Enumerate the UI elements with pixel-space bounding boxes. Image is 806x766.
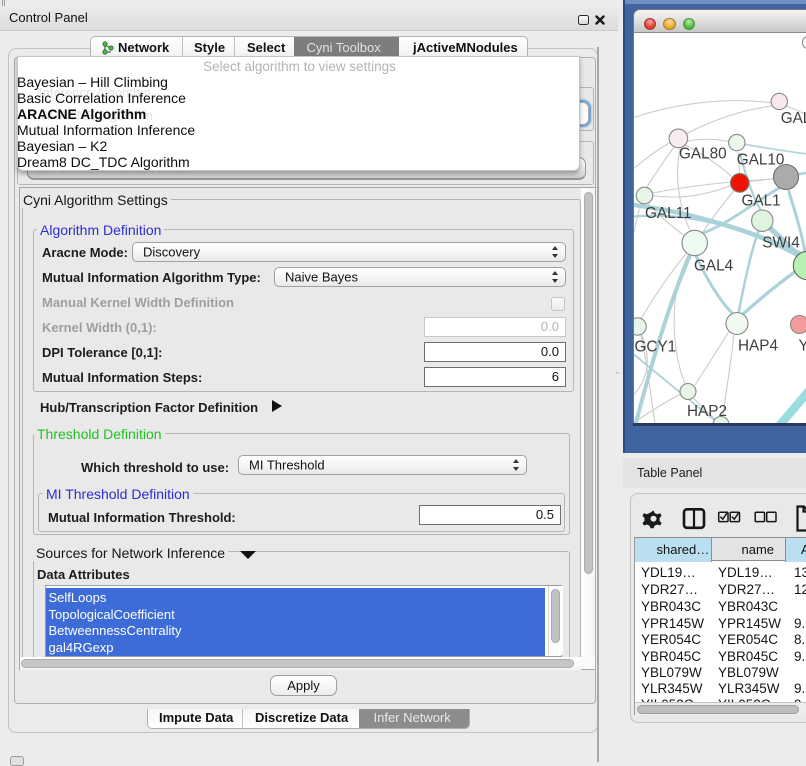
svg-text:GAL1: GAL1 xyxy=(742,192,781,209)
svg-text:GCY1: GCY1 xyxy=(635,338,677,355)
svg-text:HAP2: HAP2 xyxy=(687,403,727,420)
svg-text:GAL10: GAL10 xyxy=(737,151,785,168)
svg-text:GAL2: GAL2 xyxy=(781,110,806,127)
svg-text:HAP4: HAP4 xyxy=(738,337,778,354)
svg-text:GAL4: GAL4 xyxy=(694,257,734,274)
svg-text:Y: Y xyxy=(799,337,806,354)
svg-text:GAL11: GAL11 xyxy=(645,205,692,222)
svg-text:SWI4: SWI4 xyxy=(762,234,800,251)
svg-text:GAL80: GAL80 xyxy=(679,145,727,162)
